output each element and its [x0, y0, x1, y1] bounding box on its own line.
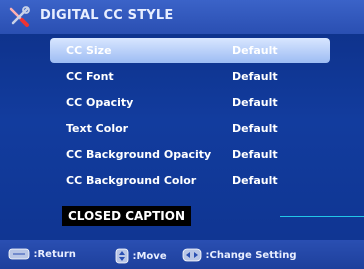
divider — [280, 216, 364, 217]
menu-item-cc-opacity[interactable]: CC Opacity Default — [50, 90, 330, 115]
menu-item-label: CC Background Opacity — [66, 148, 212, 161]
footer-change-hint: :Change Setting — [182, 248, 296, 262]
cc-style-screen: DIGITAL CC STYLE CC Size Default CC Font… — [0, 0, 364, 269]
menu-item-cc-background-opacity[interactable]: CC Background Opacity Default — [50, 142, 330, 167]
page-title: DIGITAL CC STYLE — [40, 8, 174, 23]
menu-item-value: Default — [232, 44, 278, 57]
left-right-button-icon — [182, 248, 202, 262]
tools-icon — [9, 6, 30, 27]
menu-item-cc-size[interactable]: CC Size Default — [50, 38, 330, 63]
menu-item-text-color[interactable]: Text Color Default — [50, 116, 330, 141]
menu-item-value: Default — [232, 70, 278, 83]
closed-caption-preview: CLOSED CAPTION — [62, 206, 191, 226]
cc-style-menu: CC Size Default CC Font Default CC Opaci… — [50, 38, 330, 194]
menu-button-icon — [8, 248, 30, 260]
title-bar: DIGITAL CC STYLE — [0, 0, 364, 34]
footer-move-label: :Move — [132, 251, 167, 262]
footer-hint-bar: :Return :Move :Change Setting — [0, 240, 364, 269]
menu-item-value: Default — [232, 96, 278, 109]
menu-item-label: CC Opacity — [66, 96, 134, 109]
menu-item-cc-background-color[interactable]: CC Background Color Default — [50, 168, 330, 193]
menu-item-value: Default — [232, 148, 278, 161]
footer-change-label: :Change Setting — [205, 250, 297, 261]
menu-item-label: CC Background Color — [66, 174, 197, 187]
up-down-button-icon — [115, 248, 129, 264]
footer-move-hint: :Move — [115, 248, 167, 264]
footer-return-label: :Return — [33, 249, 76, 260]
menu-item-cc-font[interactable]: CC Font Default — [50, 64, 330, 89]
menu-item-label: CC Font — [66, 70, 114, 83]
menu-item-label: Text Color — [66, 122, 129, 135]
menu-item-value: Default — [232, 174, 278, 187]
menu-item-value: Default — [232, 122, 278, 135]
menu-item-label: CC Size — [66, 44, 112, 57]
footer-return-hint: :Return — [8, 248, 76, 260]
